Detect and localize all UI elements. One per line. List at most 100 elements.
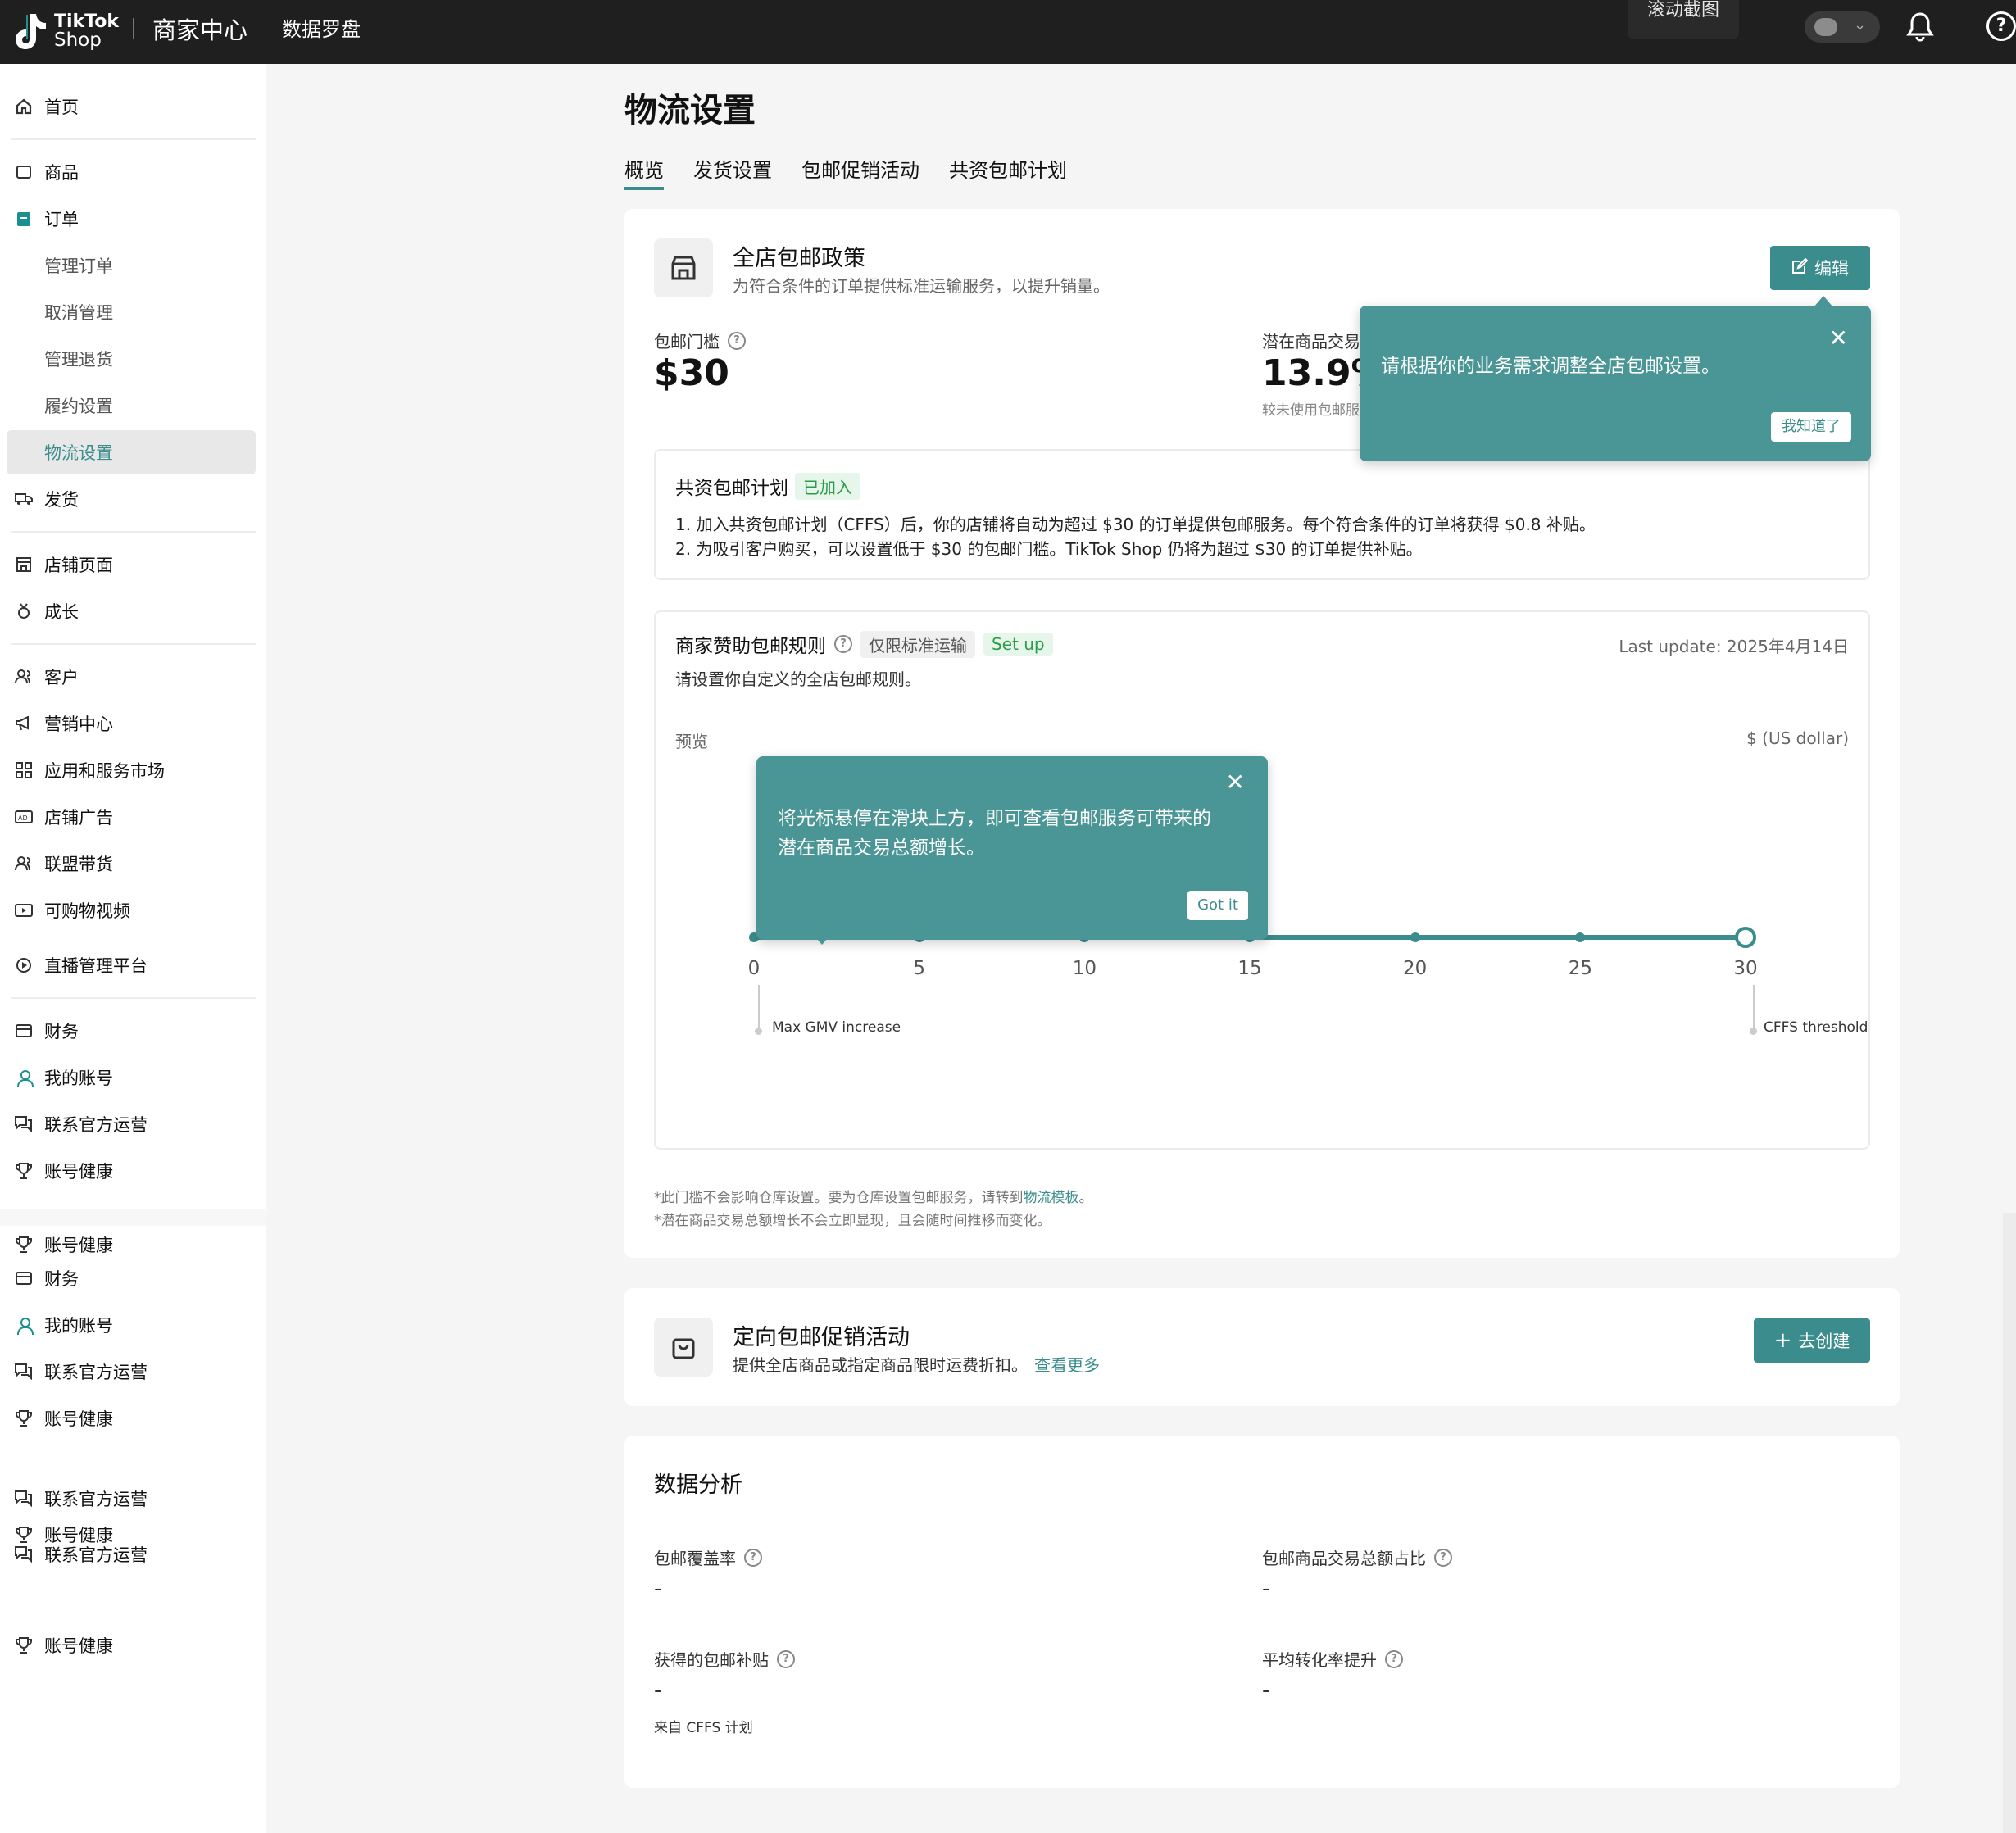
sidebar-item-live[interactable]: 直播管理平台 [0, 943, 266, 987]
edit-button[interactable]: 编辑 [1770, 246, 1870, 290]
sidebar-label: 店铺广告 [44, 808, 113, 828]
video-icon [15, 901, 33, 919]
question-icon[interactable]: ? [777, 1649, 795, 1668]
store-icon [15, 556, 33, 574]
sidebar-label: 财务 [44, 1022, 79, 1041]
product-bag-icon [15, 163, 33, 181]
sidebar-item-account-health[interactable]: 账号健康 [0, 1149, 266, 1193]
logistics-template-link[interactable]: 物流模板 [1024, 1190, 1079, 1206]
sidebar-item-account-health-dup[interactable]: 账号健康 [0, 1396, 266, 1441]
sidebar-label: 店铺页面 [44, 556, 113, 575]
sidebar-label: 联盟带货 [44, 855, 113, 874]
sidebar-item-finance-dup[interactable]: 财务 [0, 1256, 266, 1300]
analytics-title: 数据分析 [654, 1472, 742, 1498]
sidebar-item-app-market[interactable]: 应用和服务市场 [0, 748, 266, 792]
help-icon[interactable]: ? [1986, 11, 2016, 41]
max-gmv-marker-dot [755, 1028, 762, 1035]
max-gmv-marker-label: Max GMV increase [772, 1019, 901, 1036]
question-icon[interactable]: ? [834, 635, 852, 653]
tab-cffs-program[interactable]: 共资包邮计划 [949, 154, 1067, 183]
svg-text:AD: AD [18, 814, 28, 822]
sidebar-item-manage-orders[interactable]: 管理订单 [0, 243, 266, 288]
sidebar-item-contact-ops-dup[interactable]: 联系官方运营 [0, 1477, 266, 1521]
cffs-box: 共资包邮计划 已加入 1. 加入共资包邮计划（CFFS）后，你的店铺将自动为超过… [654, 449, 1870, 580]
sidebar-item-home[interactable]: 首页 [0, 84, 266, 129]
question-icon[interactable]: ? [1434, 1548, 1452, 1567]
data-compass-link[interactable]: 数据罗盘 [282, 13, 361, 42]
sidebar-item-logistics-settings[interactable]: 物流设置 [7, 430, 256, 474]
rules-subtitle: 请设置你自定义的全店包邮规则。 [675, 669, 921, 689]
account-icon [15, 1316, 34, 1335]
slider-tick-label: 20 [1403, 958, 1428, 979]
close-icon[interactable]: ✕ [1829, 327, 1848, 350]
chat-menu-button[interactable]: ⌄ [1805, 11, 1880, 43]
sidebar-label: 管理退货 [44, 350, 113, 370]
acknowledge-button[interactable]: 我知道了 [1771, 412, 1851, 442]
sidebar-item-cancel-manage[interactable]: 取消管理 [0, 290, 266, 334]
threshold-label-text: 包邮门槛 [654, 332, 720, 352]
sidebar-label: 履约设置 [44, 397, 113, 416]
top-bar: TikTok Shop 商家中心 数据罗盘 滚动截图 ⌄ ? [0, 0, 2016, 64]
seller-center-title[interactable]: 商家中心 [152, 11, 247, 46]
tab-overview[interactable]: 概览 [624, 154, 664, 190]
customers-icon [15, 668, 33, 686]
sidebar-item-account-health-dup[interactable]: 账号健康 [0, 1623, 266, 1667]
orders-icon [15, 210, 33, 228]
cffs-header: 共资包邮计划 已加入 [675, 472, 860, 500]
sidebar-item-my-account[interactable]: 我的账号 [0, 1055, 266, 1100]
wallet-icon [15, 1269, 33, 1287]
create-button[interactable]: + 去创建 [1754, 1318, 1870, 1363]
store-icon [654, 238, 713, 297]
slider-hint-line-2: 潜在商品交易总额增长。 [778, 837, 985, 859]
got-it-button[interactable]: Got it [1187, 891, 1248, 920]
sidebar-label: 财务 [44, 1269, 79, 1289]
scrollbar-track[interactable] [2003, 1213, 2016, 1833]
sidebar-label: 客户 [44, 668, 79, 687]
sidebar-label: 账号健康 [44, 1409, 113, 1429]
subsidy-note: 来自 CFFS 计划 [654, 1720, 753, 1736]
sidebar-item-customers[interactable]: 客户 [0, 655, 266, 699]
rules-title: 商家赞助包邮规则 [675, 636, 826, 657]
setup-tag: Set up [983, 633, 1053, 656]
gmv-share-label-text: 包邮商品交易总额占比 [1262, 1549, 1426, 1568]
sidebar-item-finance[interactable]: 财务 [0, 1009, 266, 1053]
question-icon[interactable]: ? [728, 331, 746, 350]
sidebar-item-shoppable-video[interactable]: 可购物视频 [0, 888, 266, 932]
sidebar-item-contact-ops-dup[interactable]: 联系官方运营 [0, 1350, 266, 1394]
slider-handle[interactable] [1735, 927, 1756, 948]
question-icon[interactable]: ? [1385, 1649, 1403, 1668]
last-update: Last update: 2025年4月14日 [1619, 637, 1849, 656]
sidebar-item-manage-returns[interactable]: 管理退货 [0, 337, 266, 381]
sidebar-item-orders[interactable]: 订单 [0, 197, 266, 241]
targeted-promo-subtitle-text: 提供全店商品或指定商品限时运费折扣。 [733, 1355, 1028, 1375]
sidebar-label: 我的账号 [44, 1068, 113, 1088]
sidebar-item-store-page[interactable]: 店铺页面 [0, 542, 266, 587]
question-icon[interactable]: ? [744, 1548, 762, 1567]
ad-icon: AD [15, 808, 33, 826]
close-icon[interactable]: ✕ [1226, 771, 1245, 794]
logo-line-1: TikTok [54, 11, 120, 32]
targeted-promo-card: 定向包邮促销活动 提供全店商品或指定商品限时运费折扣。 查看更多 + 去创建 [624, 1288, 1900, 1406]
chat-bubbles-icon [15, 1115, 33, 1133]
tab-free-shipping-promotions[interactable]: 包邮促销活动 [801, 154, 919, 183]
see-more-link[interactable]: 查看更多 [1034, 1355, 1100, 1375]
sidebar-item-marketing[interactable]: 营销中心 [0, 701, 266, 746]
sidebar-item-contact-ops[interactable]: 联系官方运营 [0, 1102, 266, 1146]
edit-icon [1791, 257, 1809, 279]
sidebar-item-my-account-dup[interactable]: 我的账号 [0, 1303, 266, 1347]
sidebar-label: 我的账号 [44, 1316, 113, 1336]
notification-bell-icon[interactable] [1906, 11, 1934, 46]
threshold-slider[interactable]: 0 5 10 15 20 25 30 [748, 927, 1758, 1030]
scroll-capture-label[interactable]: 滚动截图 [1628, 0, 1739, 39]
max-gmv-marker-line [758, 985, 760, 1031]
sidebar-item-affiliate[interactable]: 联盟带货 [0, 842, 266, 886]
tiktok-shop-logo[interactable]: TikTok Shop [13, 8, 119, 54]
sidebar-item-products[interactable]: 商品 [0, 150, 266, 194]
sidebar-item-growth[interactable]: 成长 [0, 589, 266, 633]
edit-button-label: 编辑 [1814, 259, 1849, 279]
sidebar-item-shipping[interactable]: 发货 [0, 477, 266, 521]
tab-shipping-settings[interactable]: 发货设置 [693, 154, 772, 183]
sidebar-item-store-ads[interactable]: AD 店铺广告 [0, 795, 266, 839]
sidebar-item-fulfillment-settings[interactable]: 履约设置 [0, 383, 266, 428]
sidebar-item-contact-ops-dup[interactable]: 联系官方运营 [0, 1540, 266, 1569]
